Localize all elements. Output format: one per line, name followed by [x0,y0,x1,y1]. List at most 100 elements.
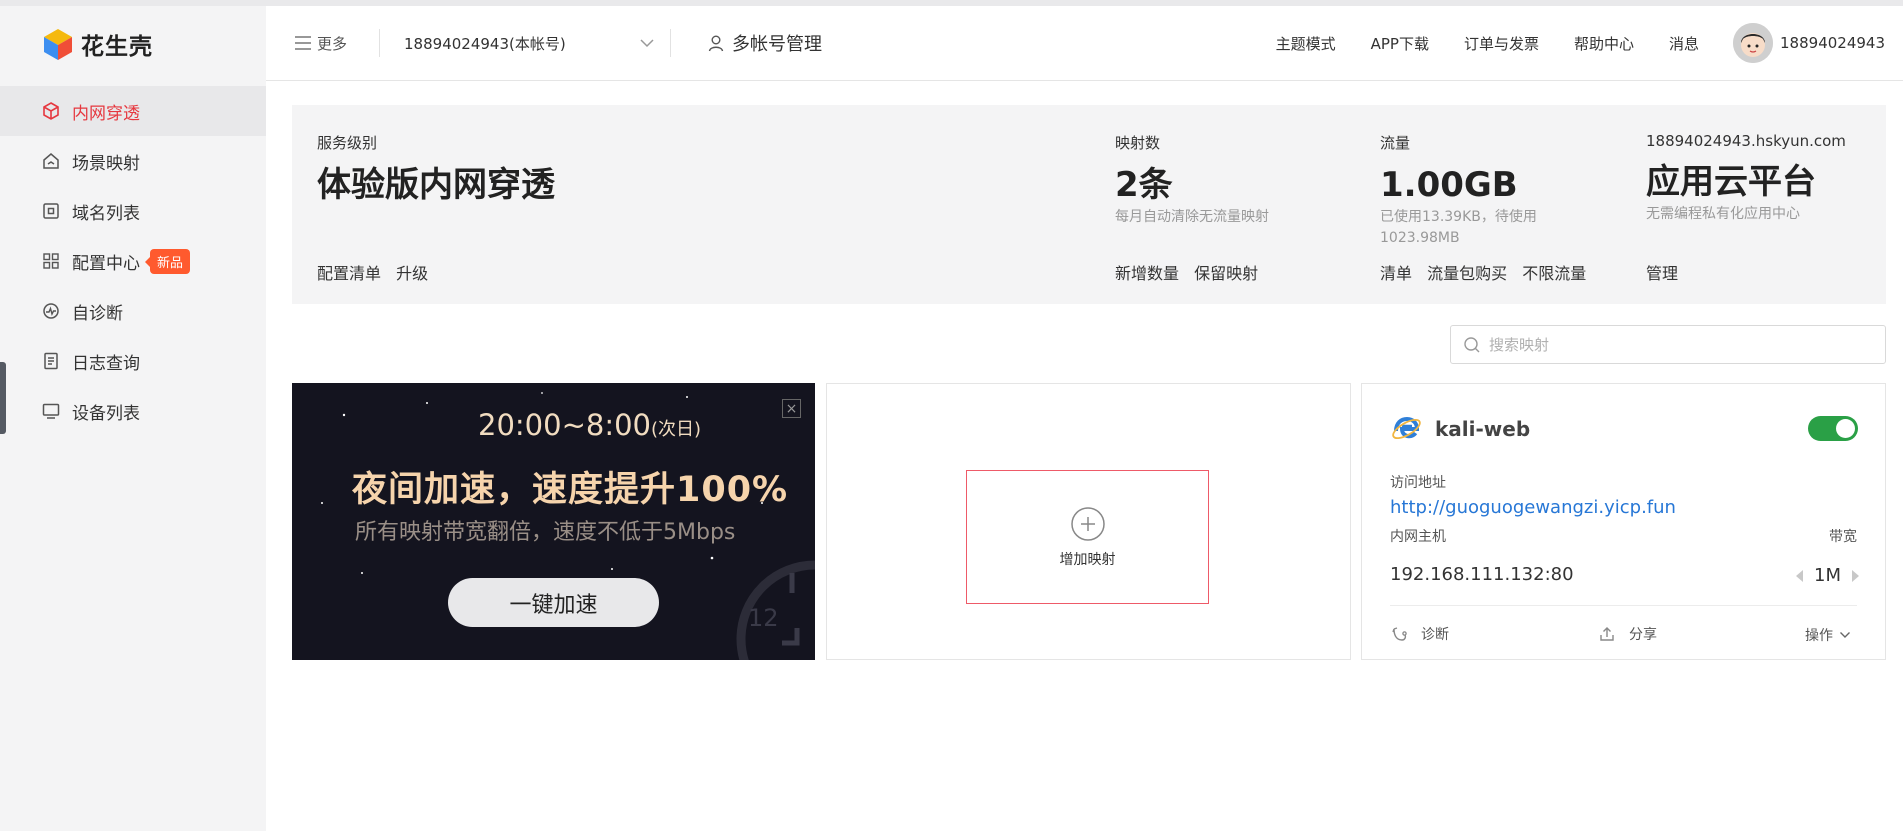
cloud-domain-label: 18894024943.hskyun.com [1646,132,1846,150]
diagnose-tool-icon [1392,627,1407,641]
diagnose-icon [41,301,61,321]
account-select[interactable]: 18894024943(本帐号) [380,33,670,54]
config-list-link[interactable]: 配置清单 [317,264,381,283]
operations-dropdown[interactable]: 操作 [1805,625,1851,645]
more-menu-button[interactable]: 更多 [293,33,347,54]
sidebar-item-label: 场景映射 [72,153,140,174]
share-upload-icon [1600,627,1614,641]
sidebar-item-label: 域名列表 [72,203,140,224]
sidebar-item-label: 日志查询 [72,353,140,374]
share-button[interactable]: 分享 [1598,624,1657,644]
bandwidth-label: 带宽 [1829,529,1857,545]
access-url-link[interactable]: http://guoguogewangzi.yicp.fun [1390,497,1676,518]
sidebar-item-nat-traversal[interactable]: 内网穿透 [0,86,266,136]
sidebar-item-scene-mapping[interactable]: 场景映射 [0,136,266,186]
add-quota-link[interactable]: 新增数量 [1115,264,1179,283]
app-root: 花生壳 内网穿透 场景映射 域名列表 配置中心 新品 自诊断 日志查询 设备列表… [0,0,1903,831]
traffic-list-link[interactable]: 清单 [1380,264,1412,283]
diagnose-label: 诊断 [1421,627,1449,643]
chevron-down-icon [640,39,654,48]
close-icon[interactable]: × [782,399,801,418]
brand-name: 花生壳 [81,34,153,60]
sidebar: 花生壳 内网穿透 场景映射 域名列表 配置中心 新品 自诊断 日志查询 设备列表 [0,0,266,831]
mapping-count-label: 映射数 [1115,134,1161,152]
promo-title: 夜间加速，速度提升100% [352,470,789,510]
header-links: 主题模式 APP下载 订单与发票 帮助中心 消息 18894024943 [1241,23,1903,63]
diagnose-button[interactable]: 诊断 [1390,624,1449,644]
upgrade-link[interactable]: 升级 [396,264,428,283]
traffic-usage-note: 已使用13.39KB，待使用 [1380,209,1537,225]
service-actions: 配置清单 升级 [317,260,438,284]
multi-account-label: 多帐号管理 [732,34,823,55]
messages-link[interactable]: 消息 [1669,33,1699,54]
mapping-count-block: 映射数 2条 每月自动清除无流量映射 [1115,132,1269,228]
add-mapping-button[interactable]: 增加映射 [966,470,1209,604]
bandwidth-value: 1M [1814,565,1841,586]
sidebar-item-device-list[interactable]: 设备列表 [0,386,266,436]
account-select-value: 18894024943(本帐号) [404,34,566,53]
sidebar-collapse-handle[interactable] [0,362,6,434]
buy-traffic-link[interactable]: 流量包购买 [1427,264,1507,283]
monitor-icon [41,401,61,421]
log-icon [41,351,61,371]
chevron-down-icon [1840,632,1850,638]
traffic-label: 流量 [1380,134,1411,152]
brand-logo[interactable]: 花生壳 [0,6,266,82]
sidebar-nav: 内网穿透 场景映射 域名列表 配置中心 新品 自诊断 日志查询 设备列表 [0,86,266,436]
avatar [1733,23,1774,63]
orders-invoices-link[interactable]: 订单与发票 [1464,33,1539,54]
theme-mode-link[interactable]: 主题模式 [1276,33,1336,54]
sidebar-item-label: 设备列表 [72,403,140,424]
add-mapping-label: 增加映射 [1059,551,1116,568]
sidebar-item-domain-list[interactable]: 域名列表 [0,186,266,236]
bandwidth-increase-icon[interactable] [1852,569,1859,582]
promo-subtitle: 所有映射带宽翻倍，速度不低于5Mbps [355,520,736,545]
mapping-name: kali-web [1435,416,1531,441]
lan-host-label: 内网主机 [1390,529,1446,545]
plus-circle-icon [1070,506,1105,541]
clock-number: 12 [748,604,779,632]
access-address-label: 访问地址 [1390,475,1446,491]
mapping-search-box[interactable] [1450,325,1886,364]
app-download-link[interactable]: APP下载 [1371,33,1429,54]
unlimited-traffic-link[interactable]: 不限流量 [1522,264,1586,283]
cloud-platform-value: 应用云平台 [1646,162,1816,202]
top-header: 更多 18894024943(本帐号) 多帐号管理 主题模式 APP下载 订单与… [266,0,1903,81]
mapping-count-note: 每月自动清除无流量映射 [1115,209,1269,225]
promo-time: 20:00~8:00(次日) [478,408,701,442]
help-center-link[interactable]: 帮助中心 [1574,33,1634,54]
service-summary-panel: 服务级别 体验版内网穿透 配置清单 升级 映射数 2条 每月自动清除无流量映射 … [292,105,1886,304]
one-click-boost-button[interactable]: 一键加速 [448,578,659,627]
search-input[interactable] [1489,335,1869,354]
mapping-card-header: kali-web [1390,412,1530,445]
traffic-value: 1.00GB [1380,165,1518,205]
manage-link[interactable]: 管理 [1646,264,1678,283]
traffic-block: 流量 1.00GB 已使用13.39KB，待使用 1023.98MB [1380,132,1537,249]
promo-time-range: 20:00~8:00 [478,408,651,442]
cloud-platform-block: 18894024943.hskyun.com 应用云平台 无需编程私有化应用中心 [1646,132,1846,225]
sidebar-item-config-center[interactable]: 配置中心 新品 [0,236,266,286]
sidebar-item-log-query[interactable]: 日志查询 [0,336,266,386]
bandwidth-stepper: 1M [1796,565,1859,586]
grid-icon [41,251,61,271]
mapping-actions: 新增数量 保留映射 [1115,260,1268,284]
service-level-value: 体验版内网穿透 [317,165,555,205]
header-divider [670,29,672,57]
service-level-label: 服务级别 [317,134,378,152]
lan-host-value: 192.168.111.132:80 [1390,564,1574,585]
sidebar-item-self-diagnose[interactable]: 自诊断 [0,286,266,336]
multi-account-button[interactable]: 多帐号管理 [707,30,822,56]
cloud-actions: 管理 [1646,260,1688,284]
keep-mapping-link[interactable]: 保留映射 [1194,264,1258,283]
service-level-block: 服务级别 体验版内网穿透 [317,132,555,205]
bandwidth-decrease-icon[interactable] [1796,569,1804,582]
user-icon [708,35,724,52]
hamburger-icon [295,36,311,50]
night-boost-promo-banner[interactable]: 12 20:00~8:00(次日) 夜间加速，速度提升100% 所有映射带宽翻倍… [292,383,815,660]
sidebar-item-label: 配置中心 [72,253,140,274]
mapping-count-value: 2条 [1115,165,1173,205]
mapping-card-divider [1390,605,1857,606]
mapping-enable-toggle[interactable] [1808,416,1858,441]
user-menu[interactable]: 18894024943 [1733,23,1885,63]
new-badge: 新品 [144,248,191,274]
